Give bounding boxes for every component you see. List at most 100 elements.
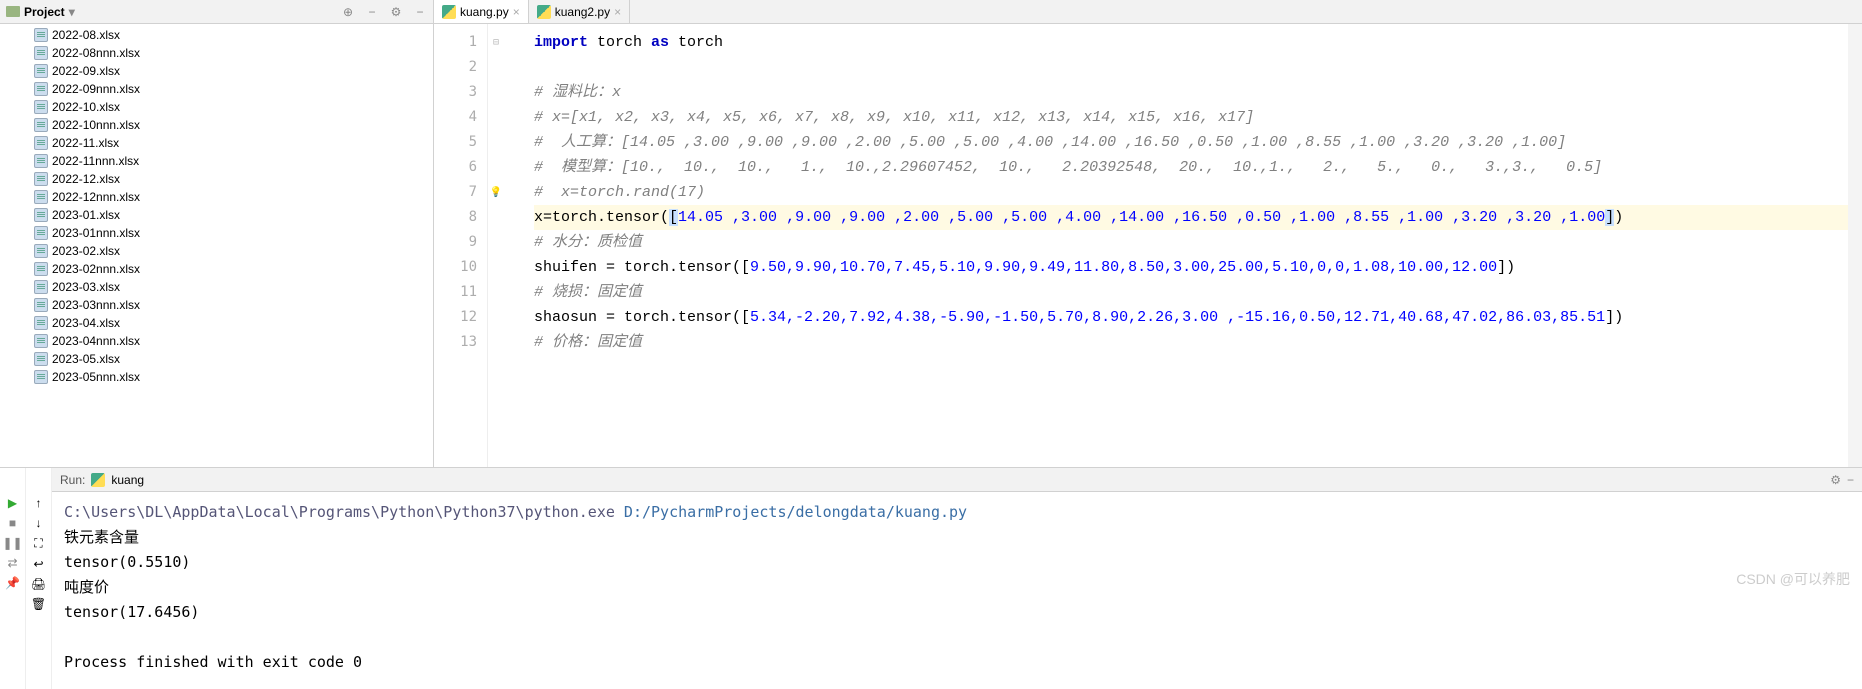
fold-marker[interactable] xyxy=(488,130,504,155)
file-name: 2022-08.xlsx xyxy=(52,28,120,42)
file-item[interactable]: 2023-05.xlsx xyxy=(0,350,433,368)
fold-marker[interactable] xyxy=(488,330,504,355)
file-item[interactable]: 2022-11.xlsx xyxy=(0,134,433,152)
line-number: 11 xyxy=(434,280,477,305)
fold-marker[interactable] xyxy=(488,230,504,255)
file-item[interactable]: 2022-12.xlsx xyxy=(0,170,433,188)
file-name: 2022-10.xlsx xyxy=(52,100,120,114)
excel-icon xyxy=(34,172,48,186)
file-name: 2023-02.xlsx xyxy=(52,244,120,258)
tab-label: kuang.py xyxy=(460,5,509,19)
code-numbers: 9.50,9.90,10.70,7.45,5.10,9.90,9.49,11.8… xyxy=(750,259,1497,276)
editor-tabs: kuang.py × kuang2.py × xyxy=(434,0,1862,24)
file-item[interactable]: 2023-04nnn.xlsx xyxy=(0,332,433,350)
project-folder-icon xyxy=(6,6,20,17)
pin-icon[interactable]: 📌 xyxy=(6,576,20,590)
output-script-path: D:/PycharmProjects/delongdata/kuang.py xyxy=(624,503,967,521)
fold-marker[interactable] xyxy=(488,155,504,180)
code-comment: # 人工算：[14.05 ,3.00 ,9.00 ,9.00 ,2.00 ,5.… xyxy=(534,134,1566,151)
file-item[interactable]: 2023-04.xlsx xyxy=(0,314,433,332)
run-config-name[interactable]: kuang xyxy=(111,473,144,487)
tab-kuang[interactable]: kuang.py × xyxy=(434,0,529,23)
excel-icon xyxy=(34,334,48,348)
line-number: 7 xyxy=(434,180,477,205)
run-icon[interactable]: ▶ xyxy=(6,496,20,510)
stop-icon[interactable]: ■ xyxy=(6,516,20,530)
line-number: 9 xyxy=(434,230,477,255)
close-icon[interactable]: × xyxy=(513,5,520,19)
project-title[interactable]: Project ▾ xyxy=(6,5,341,19)
filter-icon[interactable]: ⛶ xyxy=(34,536,42,551)
file-item[interactable]: 2023-02.xlsx xyxy=(0,242,433,260)
excel-icon xyxy=(34,316,48,330)
wrap-icon[interactable]: ↩ xyxy=(33,557,43,571)
file-name: 2023-04.xlsx xyxy=(52,316,120,330)
fold-marker[interactable] xyxy=(488,105,504,130)
file-list[interactable]: 2022-08.xlsx 2022-08nnn.xlsx 2022-09.xlsx 2… xyxy=(0,24,433,467)
code-area[interactable]: import torch as torch # 湿料比：x # x=[x1, x… xyxy=(504,24,1848,467)
trash-icon[interactable]: 🗑 xyxy=(31,597,46,611)
file-item[interactable]: 2022-09.xlsx xyxy=(0,62,433,80)
hide-icon[interactable]: − xyxy=(413,5,427,19)
file-item[interactable]: 2022-10nnn.xlsx xyxy=(0,116,433,134)
fold-marker[interactable]: ⊟ xyxy=(488,30,504,55)
select-opened-file-icon[interactable]: ⊕ xyxy=(341,5,355,19)
run-label: Run: xyxy=(60,473,85,487)
file-item[interactable]: 2023-01.xlsx xyxy=(0,206,433,224)
fold-marker[interactable] xyxy=(488,255,504,280)
collapse-all-icon[interactable]: − xyxy=(365,5,379,19)
file-item[interactable]: 2023-03nnn.xlsx xyxy=(0,296,433,314)
file-name: 2023-01.xlsx xyxy=(52,208,120,222)
run-output[interactable]: C:\Users\DL\AppData\Local\Programs\Pytho… xyxy=(52,492,1862,689)
file-name: 2022-09nnn.xlsx xyxy=(52,82,140,96)
line-number: 2 xyxy=(434,55,477,80)
close-icon[interactable]: × xyxy=(614,5,621,19)
line-number: 4 xyxy=(434,105,477,130)
code-numbers: 5.34,-2.20,7.92,4.38,-5.90,-1.50,5.70,8.… xyxy=(750,309,1605,326)
settings-icon[interactable]: ⚙ xyxy=(389,5,403,19)
excel-icon xyxy=(34,262,48,276)
code-token: ]) xyxy=(1497,259,1515,276)
line-number: 6 xyxy=(434,155,477,180)
hide-icon[interactable]: − xyxy=(1847,473,1854,487)
fold-marker[interactable] xyxy=(488,305,504,330)
fold-marker[interactable]: 💡 xyxy=(488,180,504,205)
file-item[interactable]: 2022-08nnn.xlsx xyxy=(0,44,433,62)
line-number: 12 xyxy=(434,305,477,330)
output-line: tensor(17.6456) xyxy=(64,603,199,621)
down-icon[interactable]: ↓ xyxy=(36,516,42,530)
excel-icon xyxy=(34,352,48,366)
gear-icon[interactable]: ⚙ xyxy=(1830,473,1841,487)
run-tool-window: ▶ ■ ❚❚ ⇄ 📌 ↑ ↓ ⛶ ↩ 🖨 🗑 Run: kuang ⚙ − C:… xyxy=(0,468,1862,689)
fold-gutter: ⊟ 💡 xyxy=(488,24,504,467)
file-item[interactable]: 2023-01nnn.xlsx xyxy=(0,224,433,242)
fold-marker[interactable] xyxy=(488,80,504,105)
bracket-highlight: [ xyxy=(669,209,678,226)
fold-marker[interactable] xyxy=(488,55,504,80)
vertical-scrollbar[interactable] xyxy=(1848,24,1862,467)
file-name: 2023-01nnn.xlsx xyxy=(52,226,140,240)
file-item[interactable]: 2023-05nnn.xlsx xyxy=(0,368,433,386)
file-name: 2022-09.xlsx xyxy=(52,64,120,78)
up-icon[interactable]: ↑ xyxy=(36,496,42,510)
fold-marker[interactable] xyxy=(488,205,504,230)
file-name: 2022-08nnn.xlsx xyxy=(52,46,140,60)
print-icon[interactable]: 🖨 xyxy=(31,577,46,591)
file-name: 2022-10nnn.xlsx xyxy=(52,118,140,132)
fold-marker[interactable] xyxy=(488,280,504,305)
pause-icon[interactable]: ❚❚ xyxy=(6,536,20,550)
tab-kuang2[interactable]: kuang2.py × xyxy=(529,0,630,23)
file-item[interactable]: 2022-11nnn.xlsx xyxy=(0,152,433,170)
file-name: 2022-12.xlsx xyxy=(52,172,120,186)
layout-icon[interactable]: ⇄ xyxy=(6,556,20,570)
file-item[interactable]: 2022-12nnn.xlsx xyxy=(0,188,433,206)
file-item[interactable]: 2023-02nnn.xlsx xyxy=(0,260,433,278)
excel-icon xyxy=(34,298,48,312)
file-item[interactable]: 2022-09nnn.xlsx xyxy=(0,80,433,98)
file-item[interactable]: 2023-03.xlsx xyxy=(0,278,433,296)
code-token: shuifen = torch.tensor([ xyxy=(534,259,750,276)
file-item[interactable]: 2022-10.xlsx xyxy=(0,98,433,116)
excel-icon xyxy=(34,370,48,384)
file-item[interactable]: 2022-08.xlsx xyxy=(0,26,433,44)
file-name: 2023-03nnn.xlsx xyxy=(52,298,140,312)
